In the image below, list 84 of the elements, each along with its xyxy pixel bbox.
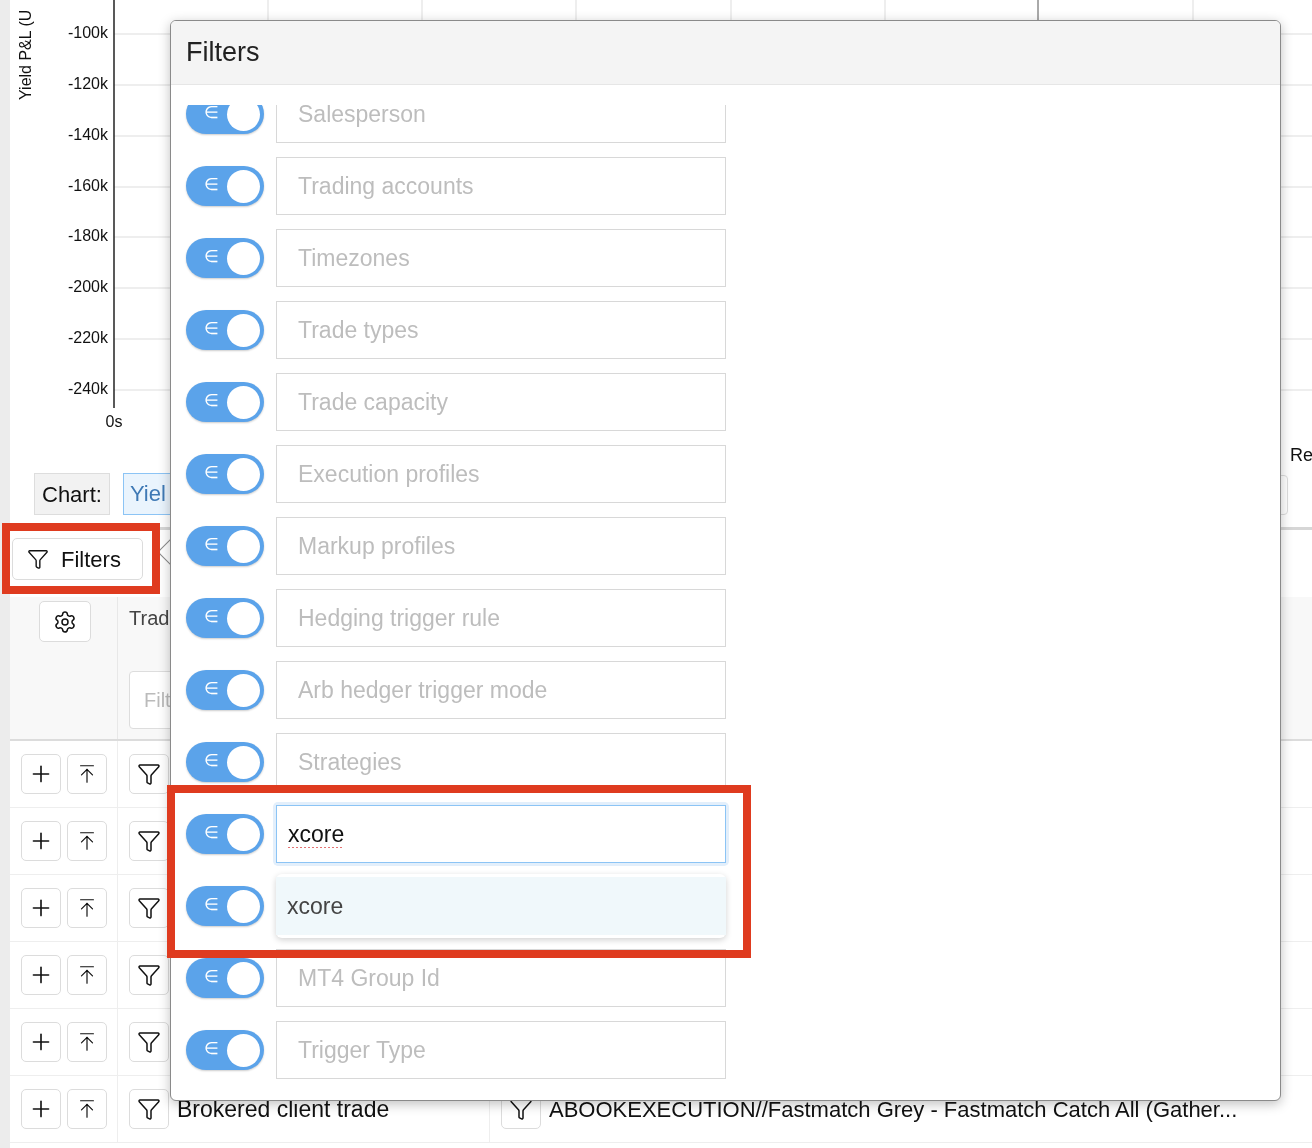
settings-icon [53, 609, 77, 634]
toggle-symbol: ∈ [204, 966, 219, 988]
filter-input[interactable]: Hedging trigger rule [276, 589, 726, 647]
funnel-icon [137, 896, 161, 920]
filters-button[interactable]: Filters [12, 538, 143, 580]
add-button[interactable] [21, 754, 61, 794]
toggle-switch[interactable]: ∈ [186, 1030, 264, 1070]
toggle-switch[interactable]: ∈ [186, 310, 264, 350]
filter-input[interactable]: Salesperson [276, 105, 726, 143]
axis-tick-label: -180k [67, 227, 108, 245]
filter-input[interactable]: xcore [276, 805, 726, 863]
chart-label: Chart: [34, 473, 110, 515]
toggle-switch[interactable]: ∈ [186, 598, 264, 638]
filter-input[interactable]: Trigger Type [276, 1021, 726, 1079]
move-top-button[interactable] [67, 1089, 107, 1129]
toggle-switch[interactable]: ∈ [186, 454, 264, 494]
settings-button[interactable] [39, 601, 91, 642]
move-top-button[interactable] [67, 888, 107, 928]
add-button[interactable] [21, 888, 61, 928]
axis-tick-label: -220k [67, 329, 108, 347]
funnel-icon [27, 548, 49, 570]
filter-button[interactable] [129, 888, 169, 928]
toggle-symbol: ∈ [204, 606, 219, 628]
axis-tick-label: 0s [105, 413, 123, 431]
toggle-switch[interactable]: ∈ [186, 526, 264, 566]
funnel-icon [137, 1097, 161, 1121]
axis-tick-label: -120k [67, 75, 108, 93]
toggle-switch[interactable]: ∈ [186, 382, 264, 422]
toggle-switch[interactable]: ∈ [186, 166, 264, 206]
toggle-symbol: ∈ [204, 750, 219, 772]
toggle-symbol: ∈ [204, 534, 219, 556]
axis-tick-label: -160k [67, 177, 108, 195]
funnel-icon [137, 829, 161, 853]
toggle-symbol: ∈ [204, 1038, 219, 1060]
add-button[interactable] [21, 955, 61, 995]
toggle-symbol: ∈ [204, 894, 219, 916]
toggle-switch[interactable]: ∈ [186, 742, 264, 782]
filter-button[interactable] [129, 1089, 169, 1129]
control-label: Re [1290, 444, 1312, 467]
toggle-symbol: ∈ [204, 822, 219, 844]
toggle-symbol: ∈ [204, 105, 219, 124]
axis-tick-label: -200k [67, 278, 108, 296]
add-button[interactable] [21, 1022, 61, 1062]
toggle-symbol: ∈ [204, 390, 219, 412]
toggle-symbol: ∈ [204, 246, 219, 268]
toggle-switch[interactable]: ∈ [186, 958, 264, 998]
filter-input[interactable]: Trade types [276, 301, 726, 359]
toggle-switch[interactable]: ∈ [186, 670, 264, 710]
filter-input[interactable]: Arb hedger trigger mode [276, 661, 726, 719]
add-button[interactable] [21, 821, 61, 861]
column-header: Trad [129, 606, 170, 631]
toggle-symbol: ∈ [204, 678, 219, 700]
toggle-switch[interactable]: ∈ [186, 238, 264, 278]
axis-tick-label: -240k [67, 380, 108, 398]
move-top-button[interactable] [67, 955, 107, 995]
axis-title: Yield P&L (U [17, 9, 35, 100]
axis-tick-label: -100k [67, 24, 108, 42]
panel-title: Filters [186, 36, 260, 70]
toggle-switch[interactable]: ∈ [186, 814, 264, 854]
toggle-symbol: ∈ [204, 318, 219, 340]
funnel-icon [137, 1030, 161, 1054]
move-top-button[interactable] [67, 821, 107, 861]
filter-input[interactable]: Trade capacity [276, 373, 726, 431]
filter-button[interactable] [129, 1022, 169, 1062]
filter-button[interactable] [129, 754, 169, 794]
filter-input[interactable]: Markup profiles [276, 517, 726, 575]
move-top-button[interactable] [67, 754, 107, 794]
suggestion-option[interactable]: xcore [276, 877, 726, 935]
funnel-icon [137, 762, 161, 786]
toggle-switch[interactable]: ∈ [186, 105, 264, 134]
toggle-switch[interactable]: ∈ [186, 886, 264, 926]
filter-input[interactable]: Timezones [276, 229, 726, 287]
toggle-symbol: ∈ [204, 462, 219, 484]
funnel-icon [137, 963, 161, 987]
table-cell-text: Brokered client trade [177, 1094, 391, 1124]
axis-tick-label: -140k [67, 126, 108, 144]
filter-button[interactable] [129, 821, 169, 861]
table-cell-text: ABOOKEXECUTION//Fastmatch Grey - Fastmatch Catch All (Gather... [549, 1095, 1238, 1124]
toggle-symbol: ∈ [204, 174, 219, 196]
filter-input[interactable]: Trading accounts [276, 157, 726, 215]
move-top-button[interactable] [67, 1022, 107, 1062]
filter-button[interactable] [129, 955, 169, 995]
filter-input[interactable]: Execution profiles [276, 445, 726, 503]
add-button[interactable] [21, 1089, 61, 1129]
